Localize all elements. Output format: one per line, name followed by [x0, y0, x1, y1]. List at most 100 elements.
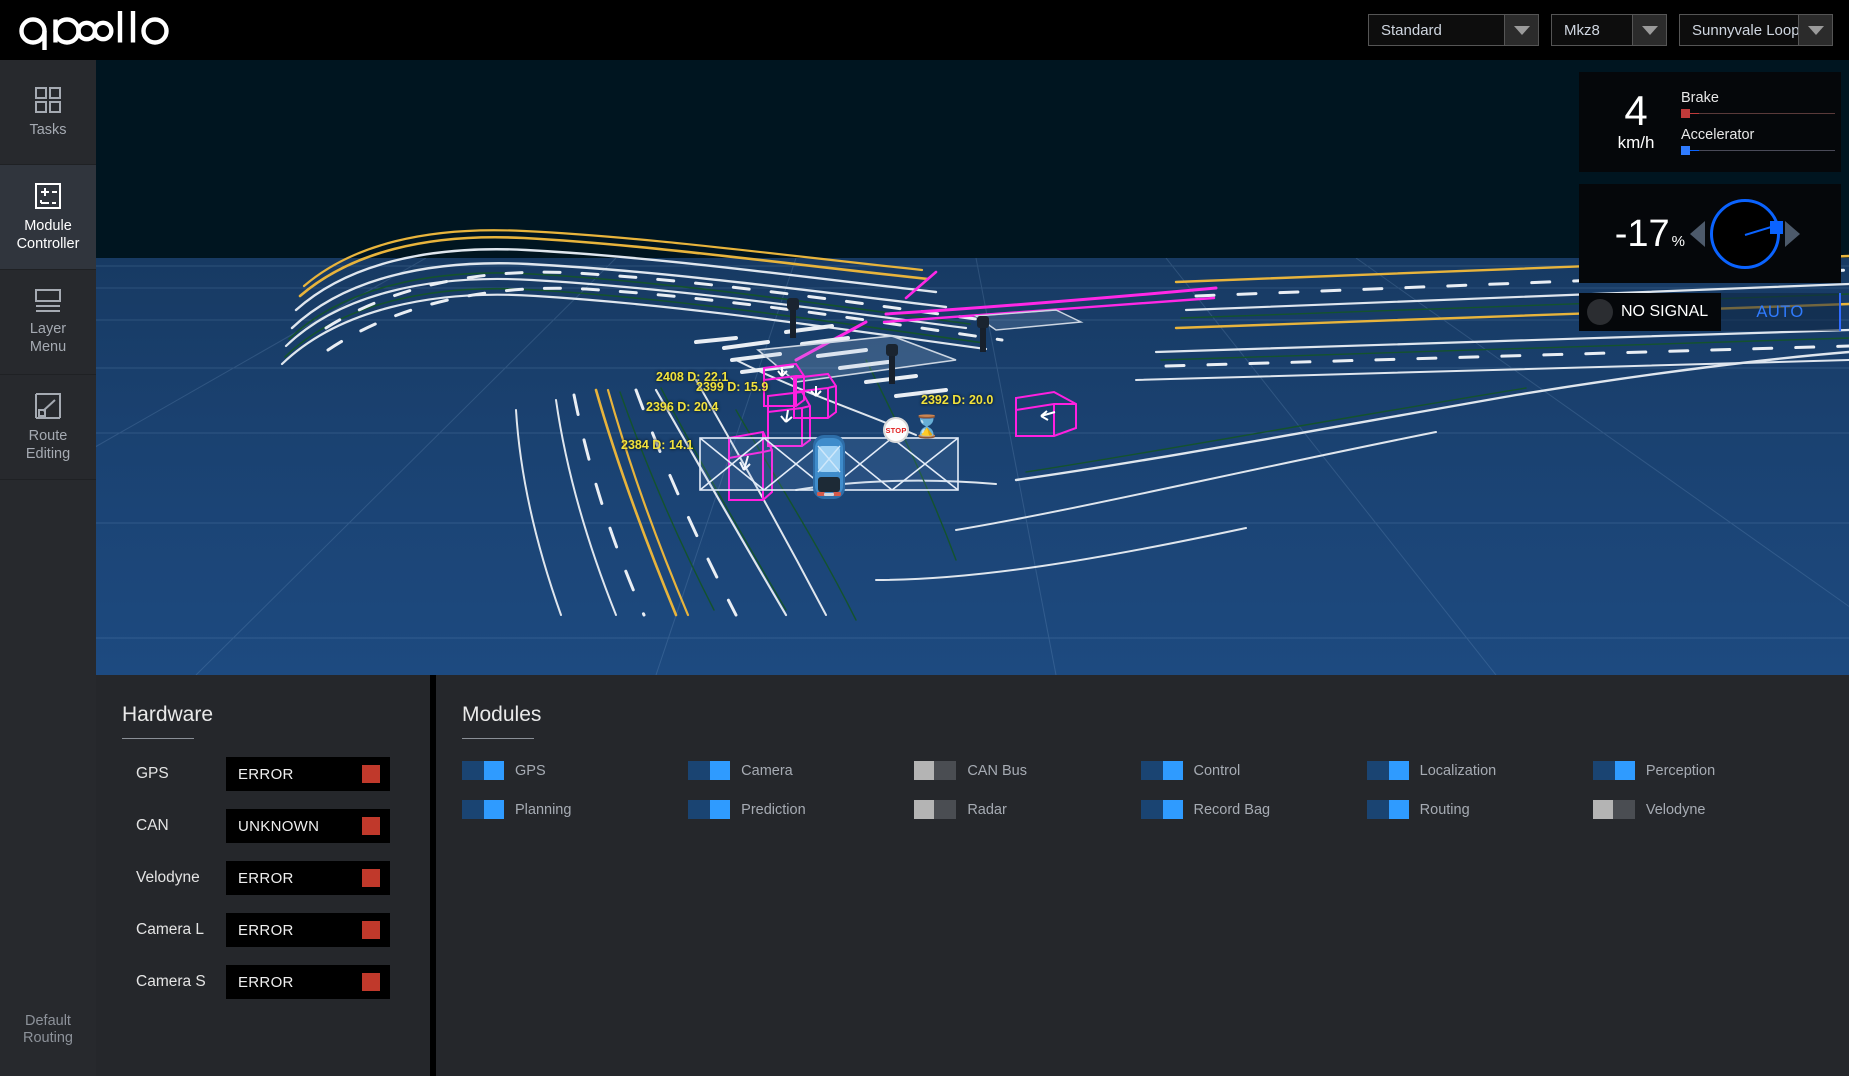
chevron-down-icon: [1641, 25, 1658, 35]
sidebar-item-label-module-controller-line1: Module: [24, 218, 72, 234]
signal-status-label: NO SIGNAL: [1621, 303, 1709, 320]
module-label: Planning: [515, 801, 572, 818]
apollo-logo: [14, 8, 174, 52]
mode-selector-chevron[interactable]: [1504, 15, 1538, 45]
module-item-control[interactable]: Control: [1140, 761, 1367, 780]
hardware-status-led: [362, 817, 380, 835]
module-label: Control: [1193, 762, 1241, 779]
module-toggle[interactable]: [688, 761, 731, 780]
brake-label: Brake: [1681, 89, 1719, 106]
sidebar-item-tasks[interactable]: Tasks: [0, 60, 96, 165]
steering-unit: %: [1671, 232, 1685, 250]
module-item-camera[interactable]: Camera: [688, 761, 914, 780]
default-routing-button[interactable]: Default Routing: [0, 984, 96, 1076]
sidebar-item-module-controller[interactable]: Module Controller: [0, 165, 96, 270]
module-item-can-bus[interactable]: CAN Bus: [914, 761, 1140, 780]
toggle-knob: [1162, 761, 1183, 780]
obstacle-label-2392: 2392 D: 20.0: [921, 393, 994, 407]
module-label: Routing: [1419, 801, 1470, 818]
hardware-status-badge: ERROR: [226, 913, 390, 947]
speed-readout: 4 km/h: [1597, 87, 1675, 153]
module-toggle[interactable]: [1366, 761, 1409, 780]
toggle-knob: [484, 761, 504, 780]
hardware-list: GPS ERROR CAN UNKNOWN Velodyne ERROR Camera L E…: [122, 757, 430, 999]
map-selector-chevron[interactable]: [1798, 15, 1832, 45]
modules-panel: Modules GPS Camera CAN Bus Control Localizat…: [436, 675, 1849, 1076]
pedal-indicators: Brake Accelerator: [1675, 90, 1835, 155]
sidebar-item-layer-menu[interactable]: Layer Menu: [0, 270, 96, 375]
vehicle-selector[interactable]: Mkz8: [1551, 14, 1667, 46]
obstacle-label-2399: 2399 D: 15.9: [696, 380, 769, 394]
module-item-localization[interactable]: Localization: [1366, 761, 1593, 780]
module-item-perception[interactable]: Perception: [1592, 761, 1819, 780]
hardware-status-led: [362, 869, 380, 887]
brake-indicator: Brake: [1681, 90, 1835, 118]
hardware-status-text: ERROR: [238, 765, 294, 783]
module-toggle[interactable]: [1366, 800, 1409, 819]
default-routing-label-line1: Default: [25, 1013, 71, 1029]
hardware-status-badge: UNKNOWN: [226, 809, 390, 843]
vehicle-selector-chevron[interactable]: [1632, 15, 1666, 45]
signal-indicator-dot: [1587, 299, 1613, 325]
module-toggle[interactable]: [688, 800, 731, 819]
module-label: Prediction: [741, 801, 806, 818]
hardware-title: Hardware: [122, 703, 214, 726]
app-header: Standard Mkz8 Sunnyvale Loop: [0, 0, 1849, 60]
toggle-knob: [914, 800, 935, 819]
module-item-routing[interactable]: Routing: [1366, 800, 1593, 819]
module-item-record-bag[interactable]: Record Bag: [1140, 800, 1367, 819]
speed-value: 4: [1624, 87, 1648, 134]
sidebar-item-route-editing[interactable]: Route Editing: [0, 375, 96, 480]
hardware-status-text: ERROR: [238, 869, 294, 887]
stop-sign-icon: STOP: [883, 417, 909, 443]
module-toggle[interactable]: [1140, 761, 1183, 780]
map-selector-value: Sunnyvale Loop: [1692, 21, 1800, 39]
toggle-knob: [914, 761, 935, 780]
obstacle-label-2384: 2384 D: 14.1: [621, 438, 694, 452]
hardware-title-rule: [122, 738, 194, 739]
module-item-prediction[interactable]: Prediction: [688, 800, 914, 819]
hardware-row: GPS ERROR: [122, 757, 430, 791]
toggle-knob: [1592, 800, 1613, 819]
drive-mode-button[interactable]: AUTO: [1721, 293, 1841, 331]
sidebar-item-label-route-editing-line2: Editing: [25, 446, 71, 462]
toggle-knob: [1614, 761, 1635, 780]
steer-right-arrow-icon: [1785, 220, 1800, 247]
hardware-status-text: UNKNOWN: [238, 817, 320, 835]
mode-selector[interactable]: Standard: [1368, 14, 1539, 46]
brake-track: [1681, 112, 1835, 115]
hardware-status-badge: ERROR: [226, 965, 390, 999]
bottom-panels: Hardware GPS ERROR CAN UNKNOWN Velodyne ERROR…: [96, 675, 1849, 1076]
hardware-status-led: [362, 921, 380, 939]
module-toggle[interactable]: [1592, 761, 1635, 780]
header-selectors: Standard Mkz8 Sunnyvale Loop: [1368, 14, 1833, 46]
module-item-gps[interactable]: GPS: [462, 761, 688, 780]
hardware-row: Camera S ERROR: [122, 965, 430, 999]
module-toggle[interactable]: [914, 800, 957, 819]
sidebar-item-label-layer-menu-line2: Menu: [29, 339, 67, 355]
module-toggle[interactable]: [1592, 800, 1635, 819]
hardware-status-text: ERROR: [238, 973, 294, 991]
map-selector[interactable]: Sunnyvale Loop: [1679, 14, 1833, 46]
module-toggle[interactable]: [914, 761, 957, 780]
obstacle-label-2396: 2396 D: 20.4: [646, 400, 719, 414]
stop-sign-label: STOP: [885, 425, 907, 435]
module-toggle[interactable]: [462, 800, 504, 819]
hardware-panel: Hardware GPS ERROR CAN UNKNOWN Velodyne ERROR…: [96, 675, 436, 1076]
module-toggle[interactable]: [1140, 800, 1183, 819]
accelerator-track: [1681, 149, 1835, 152]
toggle-knob: [710, 800, 731, 819]
module-item-radar[interactable]: Radar: [914, 800, 1140, 819]
accelerator-indicator: Accelerator: [1681, 127, 1835, 155]
module-label: Record Bag: [1193, 801, 1271, 818]
module-item-planning[interactable]: Planning: [462, 800, 688, 819]
module-toggle[interactable]: [462, 761, 504, 780]
speed-panel: 4 km/h Brake Accelerator: [1579, 72, 1841, 172]
module-label: CAN Bus: [967, 762, 1027, 779]
hardware-row: CAN UNKNOWN: [122, 809, 430, 843]
toggle-knob: [1388, 761, 1409, 780]
module-label: Camera: [741, 762, 793, 779]
module-item-velodyne[interactable]: Velodyne: [1592, 800, 1819, 819]
toggle-knob: [710, 761, 731, 780]
steer-left-arrow-icon: [1690, 220, 1705, 247]
